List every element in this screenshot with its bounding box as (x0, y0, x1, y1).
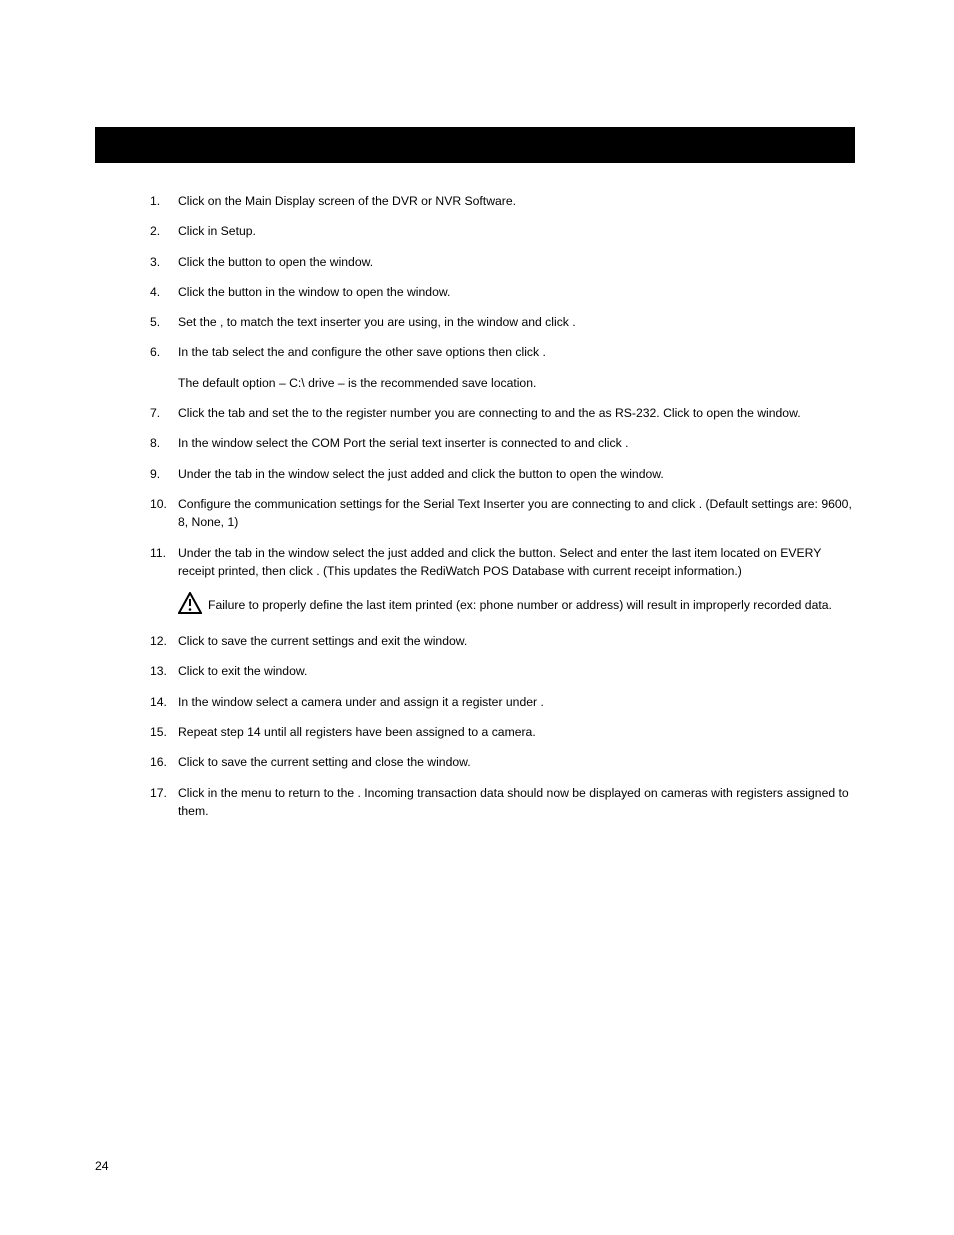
step-text: Under the tab in the window select the j… (178, 544, 855, 581)
step-number: 4. (150, 283, 178, 301)
step-text: Click the button in the window to open t… (178, 283, 855, 301)
step-1: 1. Click on the Main Display screen of t… (150, 192, 855, 210)
step-2: 2. Click in Setup. (150, 222, 855, 240)
step-number: 16. (150, 753, 178, 771)
step-number: 1. (150, 192, 178, 210)
instruction-list: 1. Click on the Main Display screen of t… (150, 192, 855, 832)
step-13: 13. Click to exit the window. (150, 662, 855, 680)
step-17: 17. Click in the menu to return to the .… (150, 784, 855, 821)
step-number: 11. (150, 544, 178, 581)
step-text: Click the button to open the window. (178, 253, 855, 271)
step-10: 10. Configure the communication settings… (150, 495, 855, 532)
step-7: 7. Click the tab and set the to the regi… (150, 404, 855, 422)
step-number: 10. (150, 495, 178, 532)
caution-note: Failure to properly define the last item… (178, 592, 855, 618)
step-text: Configure the communication settings for… (178, 495, 855, 532)
step-text: Click to exit the window. (178, 662, 855, 680)
step-text: In the window select the COM Port the se… (178, 434, 855, 452)
step-number: 15. (150, 723, 178, 741)
step-12: 12. Click to save the current settings a… (150, 632, 855, 650)
step-number: 6. (150, 343, 178, 361)
step-number: 5. (150, 313, 178, 331)
step-number: 13. (150, 662, 178, 680)
step-text: Click to save the current setting and cl… (178, 753, 855, 771)
step-16: 16. Click to save the current setting an… (150, 753, 855, 771)
step-number: 3. (150, 253, 178, 271)
step-15: 15. Repeat step 14 until all registers h… (150, 723, 855, 741)
step-number: 17. (150, 784, 178, 821)
step-text: Click in the menu to return to the . Inc… (178, 784, 855, 821)
step-text: Click to save the current settings and e… (178, 632, 855, 650)
step-number: 12. (150, 632, 178, 650)
step-text: Repeat step 14 until all registers have … (178, 723, 855, 741)
step-text: In the tab select the and configure the … (178, 343, 855, 361)
step-11: 11. Under the tab in the window select t… (150, 544, 855, 581)
step-9: 9. Under the tab in the window select th… (150, 465, 855, 483)
step-number: 9. (150, 465, 178, 483)
page-number: 24 (95, 1159, 109, 1173)
step-number: 14. (150, 693, 178, 711)
section-header-bar (95, 127, 855, 163)
step-number: 2. (150, 222, 178, 240)
step-5: 5. Set the , to match the text inserter … (150, 313, 855, 331)
warning-icon (178, 592, 208, 618)
step-6-note: The default option – C:\ drive – is the … (150, 374, 855, 392)
step-4: 4. Click the button in the window to ope… (150, 283, 855, 301)
caution-text: Failure to properly define the last item… (208, 596, 855, 614)
step-8: 8. In the window select the COM Port the… (150, 434, 855, 452)
step-text: Set the , to match the text inserter you… (178, 313, 855, 331)
step-text: The default option – C:\ drive – is the … (178, 374, 855, 392)
step-3: 3. Click the button to open the window. (150, 253, 855, 271)
page: 1. Click on the Main Display screen of t… (0, 0, 954, 1235)
step-text: Under the tab in the window select the j… (178, 465, 855, 483)
step-text: In the window select a camera under and … (178, 693, 855, 711)
step-text: Click in Setup. (178, 222, 855, 240)
step-14: 14. In the window select a camera under … (150, 693, 855, 711)
step-6: 6. In the tab select the and configure t… (150, 343, 855, 361)
step-text: Click the tab and set the to the registe… (178, 404, 855, 422)
step-number: 7. (150, 404, 178, 422)
step-text: Click on the Main Display screen of the … (178, 192, 855, 210)
step-number: 8. (150, 434, 178, 452)
